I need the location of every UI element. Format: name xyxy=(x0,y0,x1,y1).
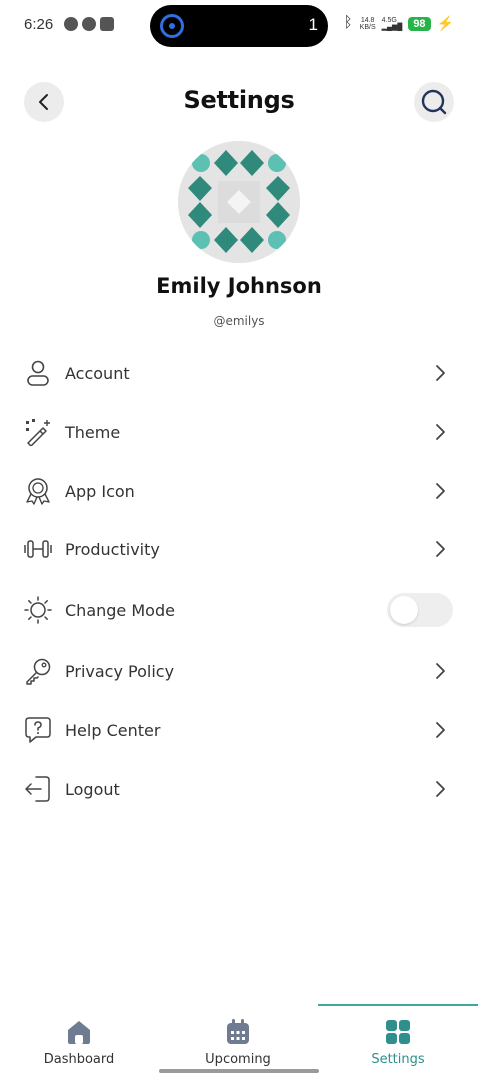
nav-label: Settings xyxy=(371,1052,425,1067)
grid-icon xyxy=(386,1020,410,1044)
settings-item-app-icon[interactable]: App Icon xyxy=(0,463,478,519)
profile-name: Emily Johnson xyxy=(156,274,322,298)
nav-label: Dashboard xyxy=(43,1052,115,1067)
magic-wand-icon xyxy=(26,419,50,446)
chevron-right-icon xyxy=(436,781,445,797)
identicon-image xyxy=(178,141,300,263)
logout-icon xyxy=(25,776,50,802)
bluetooth-icon xyxy=(344,14,354,32)
signal-label: 4.5G xyxy=(381,16,397,24)
net-speed-value: 14.8 xyxy=(360,16,375,24)
chevron-right-icon xyxy=(436,424,445,440)
youtube-icon xyxy=(100,17,114,31)
charging-icon: ⚡ xyxy=(436,15,454,31)
settings-item-label: Logout xyxy=(65,780,120,799)
chevron-right-icon xyxy=(436,722,445,738)
settings-item-label: Help Center xyxy=(65,721,161,740)
battery-icon: 98 xyxy=(408,16,431,31)
settings-item-privacy-policy[interactable]: Privacy Policy xyxy=(0,643,478,699)
settings-item-productivity[interactable]: Productivity xyxy=(0,521,478,577)
settings-item-label: Privacy Policy xyxy=(65,662,175,681)
snapchat-icon xyxy=(64,17,78,31)
toggle-knob xyxy=(390,596,418,624)
search-icon xyxy=(421,89,447,115)
nav-dashboard[interactable]: Dashboard xyxy=(19,1018,139,1067)
settings-item-label: Productivity xyxy=(65,540,160,559)
help-bubble-icon xyxy=(25,717,51,743)
settings-item-label: Account xyxy=(65,364,130,383)
avatar[interactable] xyxy=(178,141,300,263)
page-title: Settings xyxy=(183,86,295,114)
status-right: 14.8 KB/S 4.5G▂▄▆█ 98 ⚡ xyxy=(344,14,454,32)
settings-item-help-center[interactable]: Help Center xyxy=(0,702,478,758)
key-icon xyxy=(26,658,51,685)
settings-item-label: Theme xyxy=(65,423,121,442)
status-bar: 6:26 1 14.8 KB/S 4.5G▂▄▆█ 98 ⚡ xyxy=(0,0,478,52)
search-button[interactable] xyxy=(414,82,454,122)
dumbbell-icon xyxy=(24,540,52,558)
settings-item-logout[interactable]: Logout xyxy=(0,761,478,817)
battery-level: 98 xyxy=(413,17,426,30)
settings-item-label: Change Mode xyxy=(65,601,175,620)
broadcast-icon xyxy=(160,14,184,38)
settings-item-change-mode[interactable]: Change Mode xyxy=(0,582,478,638)
home-icon xyxy=(68,1021,90,1044)
award-badge-icon xyxy=(26,478,50,505)
chevron-right-icon xyxy=(436,663,445,679)
settings-item-theme[interactable]: Theme xyxy=(0,404,478,460)
home-indicator-bar[interactable] xyxy=(159,1069,319,1073)
net-speed-unit: KB/S xyxy=(359,23,376,31)
dynamic-island[interactable]: 1 xyxy=(150,5,328,47)
chevron-right-icon xyxy=(436,483,445,499)
sun-icon xyxy=(24,596,52,624)
nav-settings[interactable]: Settings xyxy=(338,1018,458,1067)
bottom-nav: Dashboard Upcoming Settings xyxy=(0,1000,478,1080)
signal-icon: 4.5G ▂▄▆█ xyxy=(381,16,403,31)
user-icon xyxy=(27,360,49,386)
settings-item-account[interactable]: Account xyxy=(0,345,478,401)
profile-handle: @emilys xyxy=(213,314,265,328)
nav-label: Upcoming xyxy=(205,1052,271,1067)
pinwheel-icon xyxy=(82,17,96,31)
island-count: 1 xyxy=(308,15,318,34)
notification-icons xyxy=(64,17,114,31)
status-time: 6:26 xyxy=(24,16,54,33)
active-tab-indicator xyxy=(318,1004,478,1006)
chevron-right-icon xyxy=(436,365,445,381)
change-mode-toggle[interactable] xyxy=(387,593,453,627)
nav-upcoming[interactable]: Upcoming xyxy=(178,1018,298,1067)
chevron-right-icon xyxy=(436,541,445,557)
calendar-icon xyxy=(227,1019,249,1044)
net-speed: 14.8 KB/S xyxy=(360,17,376,31)
settings-item-label: App Icon xyxy=(65,482,135,501)
